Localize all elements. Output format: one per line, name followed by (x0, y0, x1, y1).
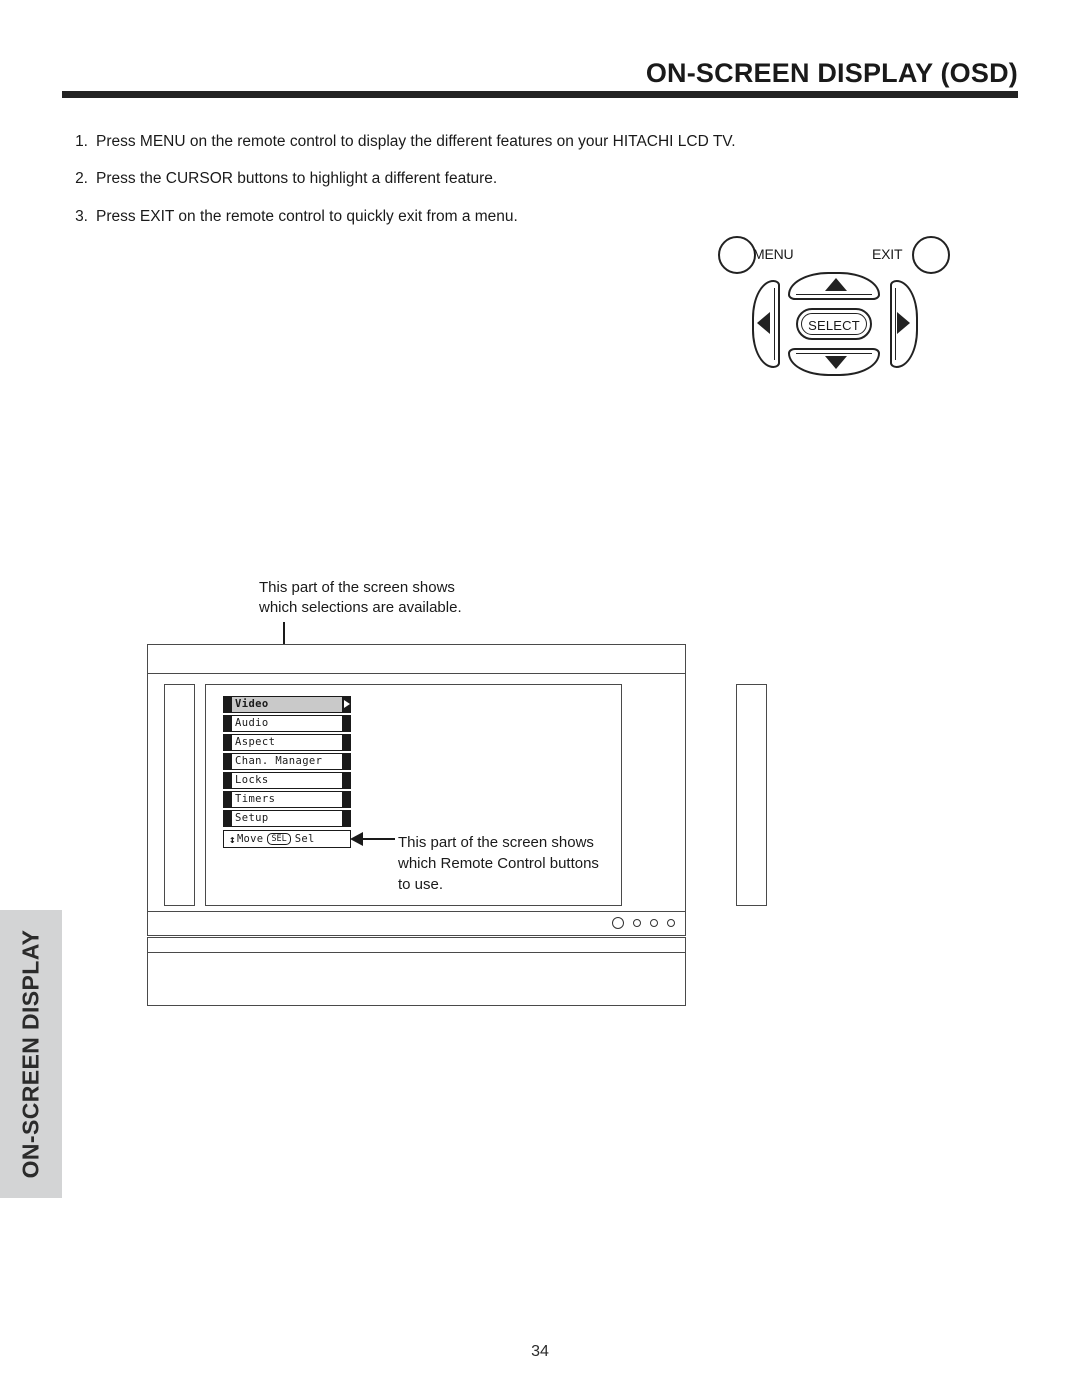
osd-row-right-cap (342, 715, 351, 732)
callout-bottom-arrow-shaft (359, 838, 395, 840)
select-button: SELECT (796, 308, 872, 340)
osd-menu-item-label: Audio (232, 715, 342, 732)
osd-menu-item-label: Aspect (232, 734, 342, 751)
exit-button-circle-icon (912, 236, 950, 274)
menu-button-label: MENU (753, 246, 794, 262)
osd-menu-item-label: Locks (232, 772, 342, 789)
osd-row-right-cap (342, 791, 351, 808)
tv-indicator-dots (612, 917, 675, 929)
remote-control-diagram: MENU EXIT SELECT (700, 228, 970, 398)
callout-selections-available: This part of the screen shows which sele… (259, 578, 462, 618)
osd-menu-item-label: Video (232, 696, 342, 713)
instruction-step-2: 2. Press the CURSOR buttons to highlight… (62, 169, 497, 189)
tv-speaker-right (736, 684, 767, 906)
osd-menu-item-label: Timers (232, 791, 342, 808)
triangle-down-icon (825, 356, 847, 369)
osd-move-label: Move (236, 833, 264, 845)
osd-row-left-cap (223, 772, 232, 789)
callout-line: which selections are available. (259, 599, 462, 616)
osd-row-left-cap (223, 810, 232, 827)
osd-row-left-cap (223, 715, 232, 732)
menu-button-circle-icon (718, 236, 756, 274)
osd-row-left-cap (223, 696, 232, 713)
osd-menu-item-label: Setup (232, 810, 342, 827)
step-text: Press EXIT on the remote control to quic… (96, 208, 518, 225)
osd-menu-item-video[interactable]: Video (223, 696, 351, 713)
callout-bottom-arrow-head-icon (350, 832, 363, 846)
osd-row-left-cap (223, 734, 232, 751)
osd-row-left-cap (223, 753, 232, 770)
step-text: Press the CURSOR buttons to highlight a … (96, 170, 498, 187)
osd-row-right-cap (342, 772, 351, 789)
osd-menu-item-timers[interactable]: Timers (223, 791, 351, 808)
section-side-tab-label: ON-SCREEN DISPLAY (17, 929, 44, 1179)
osd-menu-item-locks[interactable]: Locks (223, 772, 351, 789)
tv-base-strip (147, 937, 686, 953)
osd-menu-item-audio[interactable]: Audio (223, 715, 351, 732)
tv-indicator-dot (612, 917, 624, 929)
tv-stand (147, 952, 686, 1006)
triangle-up-icon (825, 278, 847, 291)
osd-menu-item-aspect[interactable]: Aspect (223, 734, 351, 751)
osd-row-right-cap (342, 810, 351, 827)
title-underline-rule (62, 91, 1018, 98)
osd-menu-item-chan-manager[interactable]: Chan. Manager (223, 753, 351, 770)
tv-control-strip (147, 911, 686, 936)
step-number: 2. (75, 170, 88, 187)
tv-speaker-left (164, 684, 195, 906)
tv-indicator-dot (650, 919, 658, 927)
tv-indicator-dot (667, 919, 675, 927)
osd-sel-label: Sel (294, 833, 315, 845)
callout-line: to use. (398, 876, 444, 893)
sel-key-badge: SEL (267, 833, 291, 845)
triangle-right-icon (897, 312, 910, 334)
callout-remote-buttons: This part of the screen shows which Remo… (398, 832, 599, 895)
submenu-arrow-icon (342, 696, 351, 713)
select-button-label: SELECT (808, 318, 860, 333)
triangle-left-icon (757, 312, 770, 334)
callout-line: This part of the screen shows (398, 834, 594, 851)
osd-menu: Video Audio Aspect Chan. Manager Locks T… (223, 696, 351, 848)
osd-hint-bar: ↕ Move SEL Sel (223, 830, 351, 848)
osd-menu-item-setup[interactable]: Setup (223, 810, 351, 827)
instruction-step-3: 3. Press EXIT on the remote control to q… (62, 207, 518, 227)
tv-top-bezel (147, 644, 686, 675)
osd-menu-item-label: Chan. Manager (232, 753, 342, 770)
section-side-tab: ON-SCREEN DISPLAY (0, 910, 62, 1198)
osd-row-right-cap (342, 753, 351, 770)
step-number: 1. (75, 133, 88, 150)
callout-line: This part of the screen shows (259, 579, 455, 596)
tv-indicator-dot (633, 919, 641, 927)
page-title: ON-SCREEN DISPLAY (OSD) (645, 58, 1018, 88)
step-number: 3. (75, 208, 88, 225)
osd-row-left-cap (223, 791, 232, 808)
callout-line: which Remote Control buttons (398, 855, 599, 872)
osd-row-right-cap (342, 734, 351, 751)
exit-button-label: EXIT (872, 246, 903, 262)
step-text: Press MENU on the remote control to disp… (96, 133, 736, 150)
instruction-step-1: 1. Press MENU on the remote control to d… (62, 132, 736, 152)
page-number: 34 (531, 1343, 549, 1360)
up-down-arrow-icon: ↕ (229, 832, 236, 846)
